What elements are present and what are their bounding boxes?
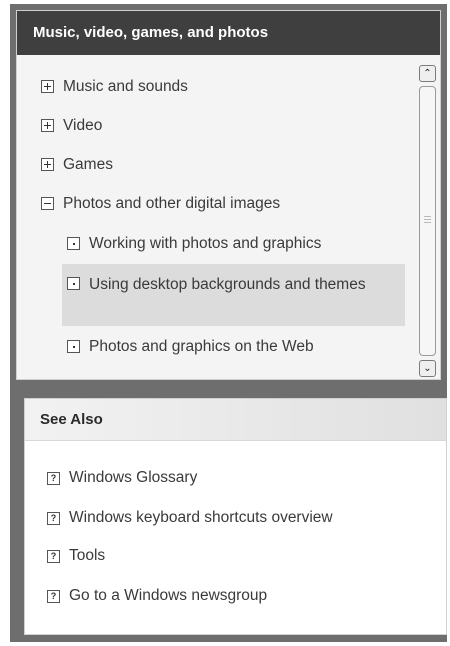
link-label: Go to a Windows newsgroup	[69, 587, 268, 604]
scroll-thumb[interactable]	[419, 86, 436, 356]
tree-item-working-with-photos[interactable]: Working with photos and graphics	[67, 234, 321, 253]
help-topic-icon: ?	[47, 511, 60, 525]
grip-line	[424, 219, 431, 220]
expand-plus-icon[interactable]	[41, 80, 54, 93]
link-label: Tools	[69, 547, 106, 564]
grip-line	[424, 222, 431, 223]
tree-item-label: Working with photos and graphics	[89, 235, 322, 252]
link-label: Windows Glossary	[69, 469, 198, 486]
tree-item-desktop-backgrounds[interactable]: Using desktop backgrounds and themes	[67, 274, 387, 294]
tree-item-label: Photos and graphics on the Web	[89, 338, 314, 355]
see-also-title: See Also	[25, 399, 446, 441]
scroll-down-button[interactable]: ⌄	[419, 360, 436, 377]
topic-page-icon	[67, 340, 80, 353]
tree-item-photos-on-web[interactable]: Photos and graphics on the Web	[67, 337, 314, 356]
tree-item-label: Photos and other digital images	[63, 195, 281, 212]
tree-item-label: Music and sounds	[63, 78, 188, 95]
see-also-link-newsgroup[interactable]: ? Go to a Windows newsgroup	[47, 587, 267, 605]
link-label: Windows keyboard shortcuts overview	[69, 509, 333, 526]
tree-item-games[interactable]: Games	[41, 155, 113, 174]
see-also-panel: See Also ? Windows Glossary ? Windows ke…	[24, 398, 447, 635]
topic-page-icon	[67, 277, 80, 290]
expand-plus-icon[interactable]	[41, 158, 54, 171]
topics-panel-title: Music, video, games, and photos	[17, 11, 440, 55]
tree-item-photos-and-digital-images[interactable]: Photos and other digital images	[41, 194, 280, 213]
expand-plus-icon[interactable]	[41, 119, 54, 132]
see-also-link-tools[interactable]: ? Tools	[47, 547, 105, 565]
tree-item-label: Using desktop backgrounds and themes	[67, 274, 366, 294]
grip-line	[424, 216, 431, 217]
see-also-link-glossary[interactable]: ? Windows Glossary	[47, 469, 197, 487]
tree-item-label: Video	[63, 117, 103, 134]
tree-item-music-and-sounds[interactable]: Music and sounds	[41, 77, 188, 96]
help-topic-icon: ?	[47, 471, 60, 485]
topics-scrollbar[interactable]: ⌃ ⌄	[419, 65, 436, 377]
topics-panel: Music, video, games, and photos Music an…	[16, 10, 441, 380]
scroll-up-button[interactable]: ⌃	[419, 65, 436, 82]
see-also-link-keyboard-shortcuts[interactable]: ? Windows keyboard shortcuts overview	[47, 509, 333, 527]
tree-item-video[interactable]: Video	[41, 116, 102, 135]
help-topic-icon: ?	[47, 549, 60, 563]
help-topic-icon: ?	[47, 589, 60, 603]
tree-item-label: Games	[63, 156, 113, 173]
collapse-minus-icon[interactable]	[41, 197, 54, 210]
topic-page-icon	[67, 237, 80, 250]
